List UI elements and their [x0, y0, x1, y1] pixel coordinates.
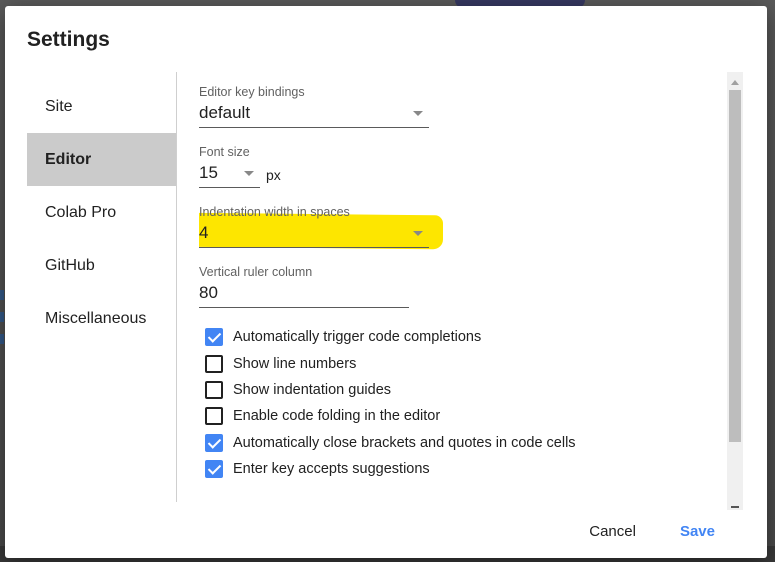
- content-scrollbar[interactable]: [727, 72, 743, 510]
- checkbox-label: Automatically close brackets and quotes …: [233, 434, 576, 451]
- checkbox-row[interactable]: Automatically trigger code completions: [199, 324, 719, 350]
- cancel-button[interactable]: Cancel: [589, 523, 636, 540]
- dialog-actions: Cancel Save: [589, 523, 715, 540]
- checkbox-row[interactable]: Enter key accepts suggestions: [199, 456, 719, 482]
- checkbox-row[interactable]: Enable code folding in the editor: [199, 403, 719, 429]
- font-size-field: Font size 15 px: [199, 144, 719, 188]
- checkbox-row[interactable]: Automatically close brackets and quotes …: [199, 430, 719, 456]
- checkbox-label: Automatically trigger code completions: [233, 329, 482, 346]
- checkbox-label: Enable code folding in the editor: [233, 408, 441, 425]
- indentation-label: Indentation width in spaces: [199, 205, 350, 219]
- checkbox-label: Show line numbers: [233, 355, 357, 372]
- checkbox-icon[interactable]: [205, 460, 223, 479]
- settings-dialog: Settings Site Editor Colab Pro GitHub Mi…: [5, 6, 767, 558]
- checkbox-icon[interactable]: [205, 354, 223, 373]
- checkbox-row[interactable]: Show line numbers: [199, 350, 719, 376]
- font-size-value: 15: [199, 163, 218, 182]
- indentation-field: Indentation width in spaces 4: [199, 204, 719, 250]
- settings-sidebar: Site Editor Colab Pro GitHub Miscellaneo…: [27, 80, 176, 345]
- indentation-select[interactable]: 4: [199, 220, 429, 248]
- dropdown-arrow-icon: [413, 111, 423, 116]
- sidebar-item-github[interactable]: GitHub: [27, 239, 176, 292]
- vertical-ruler-field: Vertical ruler column 80: [199, 264, 719, 308]
- vertical-ruler-input[interactable]: 80: [199, 280, 409, 308]
- checkbox-icon[interactable]: [205, 380, 223, 399]
- key-bindings-label: Editor key bindings: [199, 85, 305, 99]
- sidebar-divider: [176, 72, 177, 502]
- font-size-select[interactable]: 15: [199, 160, 260, 188]
- checkbox-icon[interactable]: [205, 433, 223, 452]
- sidebar-item-colab-pro[interactable]: Colab Pro: [27, 186, 176, 239]
- dropdown-arrow-icon: [244, 171, 254, 176]
- sidebar-item-site[interactable]: Site: [27, 80, 176, 133]
- font-size-label: Font size: [199, 145, 250, 159]
- editor-settings-panel: Editor key bindings default Font size 15…: [199, 84, 719, 502]
- checkbox-row[interactable]: Show indentation guides: [199, 377, 719, 403]
- key-bindings-field: Editor key bindings default: [199, 84, 719, 128]
- editor-checkbox-list: Automatically trigger code completions S…: [199, 324, 719, 482]
- sidebar-item-miscellaneous[interactable]: Miscellaneous: [27, 292, 176, 345]
- key-bindings-value: default: [199, 103, 251, 122]
- save-button[interactable]: Save: [680, 523, 715, 540]
- scrollbar-thumb[interactable]: [729, 90, 741, 442]
- checkbox-icon[interactable]: [205, 407, 223, 426]
- vertical-ruler-label: Vertical ruler column: [199, 265, 313, 279]
- scroll-down-arrow-icon[interactable]: [731, 506, 739, 508]
- sidebar-item-editor[interactable]: Editor: [27, 133, 176, 186]
- dialog-title: Settings: [27, 28, 110, 51]
- dropdown-arrow-icon: [413, 231, 423, 236]
- key-bindings-select[interactable]: default: [199, 100, 429, 128]
- checkbox-icon[interactable]: [205, 328, 223, 347]
- scroll-up-arrow-icon[interactable]: [731, 80, 739, 85]
- font-size-unit: px: [266, 167, 281, 183]
- indentation-value: 4: [199, 223, 209, 242]
- checkbox-label: Show indentation guides: [233, 381, 392, 398]
- checkbox-label: Enter key accepts suggestions: [233, 461, 430, 478]
